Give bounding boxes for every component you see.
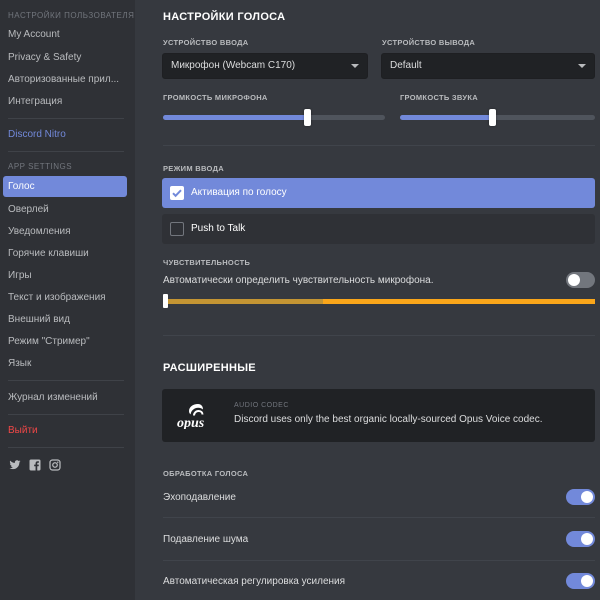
voice-processing-label: ОБРАБОТКА ГОЛОСА	[163, 469, 249, 478]
audio-codec-card: opus AUDIO CODEC Discord uses only the b…	[162, 389, 595, 442]
input-mode-push-to-talk[interactable]: Push to Talk	[162, 214, 595, 244]
input-device-value: Микрофон (Webcam C170)	[171, 60, 296, 71]
chevron-down-icon	[351, 64, 359, 68]
opus-logo: opus	[176, 401, 224, 434]
advanced-title: РАСШИРЕННЫЕ	[163, 362, 256, 374]
sidebar-item-notifications[interactable]: Уведомления	[3, 221, 127, 242]
sensitivity-label: ЧУВСТВИТЕЛЬНОСТЬ	[163, 258, 251, 267]
toggle-knob	[581, 575, 593, 587]
section-divider	[163, 145, 595, 146]
mic-volume-label: ГРОМКОСТЬ МИКРОФОНА	[163, 93, 268, 102]
opus-logo-text: opus	[177, 416, 205, 429]
sidebar-item-voice[interactable]: Голос	[3, 176, 127, 197]
sidebar-divider	[8, 447, 124, 448]
auto-sensitivity-label: Автоматически определить чувствительност…	[163, 275, 434, 286]
input-mode-label-text: Активация по голосу	[191, 187, 287, 198]
noise-suppression-toggle[interactable]	[566, 531, 595, 547]
sensitivity-threshold-bar	[323, 299, 595, 304]
input-device-label: УСТРОЙСТВО ВВОДА	[163, 38, 249, 47]
sidebar-divider	[8, 380, 124, 381]
sound-volume-handle[interactable]	[489, 109, 496, 126]
toggle-knob	[581, 533, 593, 545]
chevron-down-icon	[578, 64, 586, 68]
sidebar-item-privacy-safety[interactable]: Privacy & Safety	[3, 47, 127, 68]
voice-settings-panel: НАСТРОЙКИ ГОЛОСА УСТРОЙСТВО ВВОДА Микроф…	[135, 0, 600, 600]
echo-cancellation-toggle[interactable]	[566, 489, 595, 505]
sound-volume-fill	[400, 115, 492, 120]
toggle-knob	[581, 491, 593, 503]
sound-volume-slider[interactable]	[400, 109, 595, 126]
checkbox-checked-icon	[170, 186, 184, 200]
sidebar-item-discord-nitro[interactable]: Discord Nitro	[3, 124, 127, 145]
input-device-select[interactable]: Микрофон (Webcam C170)	[162, 53, 368, 79]
sidebar-item-integrations[interactable]: Интеграция	[3, 91, 127, 112]
output-device-label: УСТРОЙСТВО ВЫВОДА	[382, 38, 476, 47]
sidebar-item-keybinds[interactable]: Горячие клавиши	[3, 243, 127, 264]
sidebar-divider	[8, 414, 124, 415]
voice-settings-title: НАСТРОЙКИ ГОЛОСА	[163, 11, 286, 23]
output-device-select[interactable]: Default	[381, 53, 595, 79]
mic-volume-handle[interactable]	[304, 109, 311, 126]
sidebar-divider	[8, 151, 124, 152]
mic-volume-fill	[163, 115, 307, 120]
input-mode-label-text: Push to Talk	[191, 223, 246, 234]
output-device-value: Default	[390, 60, 422, 71]
section-divider	[163, 335, 595, 336]
audio-codec-label: AUDIO CODEC	[234, 402, 289, 409]
sidebar-item-authorized-apps[interactable]: Авторизованные прил...	[3, 69, 127, 90]
instagram-icon[interactable]	[49, 458, 61, 471]
row-divider	[163, 560, 595, 561]
sidebar-item-my-account[interactable]: My Account	[3, 24, 127, 45]
facebook-icon[interactable]	[29, 458, 41, 471]
sidebar-item-appearance[interactable]: Внешний вид	[3, 309, 127, 330]
sensitivity-level-meter	[163, 299, 323, 304]
app-settings-header: APP SETTINGS	[8, 162, 73, 171]
twitter-icon[interactable]	[9, 458, 21, 470]
logout-button[interactable]: Выйти	[3, 420, 127, 441]
sidebar-item-text-images[interactable]: Текст и изображения	[3, 287, 127, 308]
sidebar-divider	[8, 118, 124, 119]
auto-gain-control-label: Автоматическая регулировка усиления	[163, 576, 346, 587]
sidebar-item-streamer-mode[interactable]: Режим "Стример"	[3, 331, 127, 352]
sensitivity-slider[interactable]	[163, 294, 595, 308]
mic-volume-slider[interactable]	[163, 109, 385, 126]
input-mode-label: РЕЖИМ ВВОДА	[163, 164, 224, 173]
social-links	[9, 458, 61, 471]
sensitivity-handle[interactable]	[163, 294, 168, 308]
toggle-knob	[568, 274, 580, 286]
auto-gain-control-toggle[interactable]	[566, 573, 595, 589]
row-divider	[163, 517, 595, 518]
user-settings-header: НАСТРОЙКИ ПОЛЬЗОВАТЕЛЯ	[8, 11, 135, 20]
sidebar-item-changelog[interactable]: Журнал изменений	[3, 387, 127, 408]
sound-volume-label: ГРОМКОСТЬ ЗВУКА	[400, 93, 478, 102]
audio-codec-description: Discord uses only the best organic local…	[234, 414, 543, 425]
auto-sensitivity-toggle[interactable]	[566, 272, 595, 288]
noise-suppression-label: Подавление шума	[163, 534, 249, 545]
sidebar-item-language[interactable]: Язык	[3, 353, 127, 374]
echo-cancellation-label: Эхоподавление	[163, 492, 236, 503]
sidebar-item-games[interactable]: Игры	[3, 265, 127, 286]
sidebar-item-overlay[interactable]: Оверлей	[3, 199, 127, 220]
input-mode-voice-activity[interactable]: Активация по голосу	[162, 178, 595, 208]
checkbox-icon	[170, 222, 184, 236]
settings-sidebar: НАСТРОЙКИ ПОЛЬЗОВАТЕЛЯ My Account Privac…	[0, 0, 135, 600]
